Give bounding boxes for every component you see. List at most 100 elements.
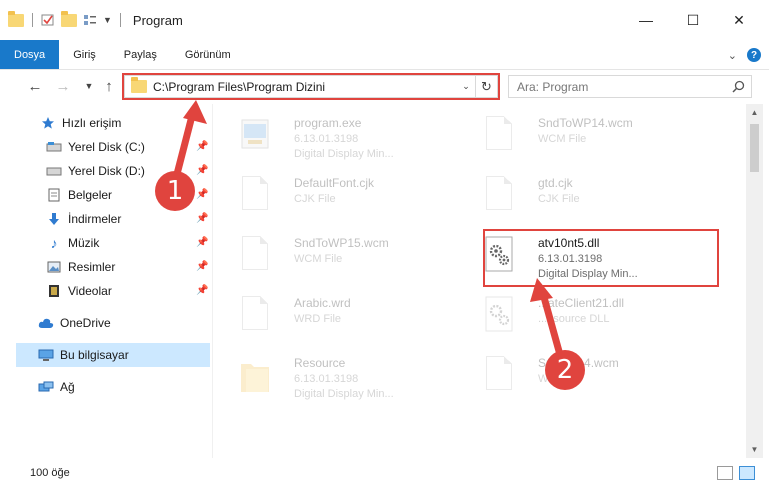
file-type: WCM File bbox=[538, 133, 587, 145]
pin-icon[interactable]: 📌 bbox=[196, 141, 208, 153]
file-item[interactable]: gtd.cjk CJK File bbox=[470, 168, 710, 226]
nav-item-label: Resimler bbox=[68, 260, 116, 274]
tab-paylas[interactable]: Paylaş bbox=[110, 40, 171, 69]
file-item[interactable]: SndToWP15.wcm WCM File bbox=[226, 228, 466, 286]
file-item[interactable]: Snd...P14.wcm W... bbox=[470, 348, 710, 406]
videos-icon bbox=[46, 284, 62, 298]
pin-icon[interactable]: 📌 bbox=[196, 285, 208, 297]
pin-icon[interactable]: 📌 bbox=[196, 261, 208, 273]
scrollbar-thumb[interactable] bbox=[750, 124, 759, 172]
file-name: SndToWP15.wcm bbox=[294, 236, 389, 250]
file-name: Resource bbox=[294, 356, 346, 370]
search-placeholder: Ara: Program bbox=[517, 79, 589, 94]
music-icon: ♪ bbox=[50, 235, 58, 251]
file-version: 6.13.01.3198 bbox=[294, 133, 359, 145]
file-item[interactable]: ...ateClient21.dll ...esource DLL bbox=[470, 288, 710, 346]
document-icon bbox=[482, 174, 516, 218]
nav-item-label: Hızlı erişim bbox=[62, 116, 122, 130]
nav-item-label: Ağ bbox=[60, 380, 75, 394]
properties-icon[interactable] bbox=[41, 14, 55, 26]
file-name: SndToWP14.wcm bbox=[538, 116, 633, 130]
document-icon bbox=[238, 234, 272, 278]
pin-icon[interactable]: 📌 bbox=[196, 237, 208, 249]
file-item[interactable]: Resource 6.13.01.3198 Digital Display Mi… bbox=[226, 348, 466, 406]
nav-item-onedrive[interactable]: OneDrive bbox=[38, 311, 210, 335]
nav-item-label: OneDrive bbox=[60, 316, 111, 330]
nav-item-network[interactable]: Ağ bbox=[38, 375, 210, 399]
ribbon: Dosya Giriş Paylaş Görünüm ⌄ ? bbox=[0, 40, 769, 70]
pin-icon[interactable]: 📌 bbox=[196, 213, 208, 225]
navigation-pane: Hızlı erişim Yerel Disk (C:) 📌 Yerel Dis… bbox=[16, 106, 210, 456]
scroll-up-arrow-icon[interactable]: ▲ bbox=[746, 104, 763, 121]
vertical-scrollbar[interactable]: ▲ ▼ bbox=[746, 104, 763, 458]
tab-gorunum[interactable]: Görünüm bbox=[171, 40, 245, 69]
file-highlight bbox=[483, 229, 719, 287]
item-count: 100 öğe bbox=[30, 467, 70, 479]
window-title: Program bbox=[132, 12, 183, 28]
file-item[interactable]: SndToWP14.wcm WCM File bbox=[470, 108, 710, 166]
nav-item-label: Yerel Disk (D:) bbox=[68, 164, 145, 178]
ribbon-right-controls: ⌄ ? bbox=[728, 40, 761, 70]
pin-icon[interactable]: 📌 bbox=[196, 165, 208, 177]
up-arrow-icon[interactable]: ↑ bbox=[98, 75, 120, 97]
nav-item-label: Bu bilgisayar bbox=[60, 348, 129, 362]
quick-access-toolbar: ▼ bbox=[0, 10, 123, 27]
dll-gears-icon bbox=[485, 296, 513, 332]
search-box[interactable]: Ara: Program bbox=[508, 75, 752, 98]
step-badge-2: 2 bbox=[545, 350, 585, 390]
document-icon bbox=[238, 174, 272, 218]
back-arrow-icon[interactable]: ← bbox=[24, 75, 46, 97]
customize-view-icon[interactable] bbox=[83, 14, 97, 26]
new-folder-icon[interactable] bbox=[61, 10, 77, 27]
close-button[interactable]: ✕ bbox=[716, 0, 762, 40]
file-type: CJK File bbox=[294, 193, 336, 205]
file-description: Digital Display Min... bbox=[294, 388, 394, 400]
expand-ribbon-chevron-icon[interactable]: ⌄ bbox=[728, 49, 737, 62]
recent-locations-chevron-icon[interactable]: ▼ bbox=[78, 75, 100, 97]
nav-item-pictures[interactable]: Resimler 📌 bbox=[46, 255, 210, 279]
customize-quick-access-dropdown[interactable]: ▼ bbox=[103, 15, 112, 25]
nav-item-downloads[interactable]: İndirmeler 📌 bbox=[46, 207, 210, 231]
drive-icon bbox=[46, 164, 62, 178]
minimize-button[interactable]: — bbox=[623, 0, 669, 40]
file-item[interactable]: program.exe 6.13.01.3198 Digital Display… bbox=[226, 108, 466, 166]
nav-item-label: Müzik bbox=[68, 236, 100, 250]
nav-item-label: İndirmeler bbox=[68, 212, 122, 226]
file-name: Arabic.wrd bbox=[294, 296, 351, 310]
file-type: CJK File bbox=[538, 193, 580, 205]
nav-item-this-pc[interactable]: Bu bilgisayar bbox=[16, 343, 210, 367]
help-icon[interactable]: ? bbox=[747, 48, 761, 62]
view-switcher bbox=[717, 466, 755, 480]
file-item[interactable]: Arabic.wrd WRD File bbox=[226, 288, 466, 346]
exe-icon bbox=[241, 119, 269, 149]
details-view-icon[interactable] bbox=[717, 466, 733, 480]
folder-icon bbox=[8, 10, 24, 27]
maximize-button[interactable]: ☐ bbox=[670, 0, 716, 40]
nav-item-label: Belgeler bbox=[68, 188, 113, 202]
file-item[interactable]: DefaultFont.cjk CJK File bbox=[226, 168, 466, 226]
drive-icon bbox=[46, 140, 62, 154]
nav-item-music[interactable]: ♪ Müzik 📌 bbox=[46, 231, 210, 255]
toolbar-separator bbox=[32, 13, 33, 27]
pictures-icon bbox=[46, 260, 62, 274]
file-description: Digital Display Min... bbox=[294, 148, 394, 160]
toolbar-separator bbox=[119, 13, 121, 27]
nav-item-local-disk-c[interactable]: Yerel Disk (C:) 📌 bbox=[46, 135, 210, 159]
search-icon[interactable] bbox=[732, 80, 745, 93]
address-bar-highlight bbox=[122, 73, 500, 100]
tab-giris[interactable]: Giriş bbox=[59, 40, 110, 69]
document-icon bbox=[482, 354, 516, 398]
forward-arrow-icon[interactable]: → bbox=[52, 75, 74, 97]
tab-dosya[interactable]: Dosya bbox=[0, 40, 60, 69]
file-name: DefaultFont.cjk bbox=[294, 176, 375, 190]
scroll-down-arrow-icon[interactable]: ▼ bbox=[746, 441, 763, 458]
file-type: WCM File bbox=[294, 253, 343, 265]
document-icon bbox=[238, 294, 272, 338]
nav-item-videos[interactable]: Videolar 📌 bbox=[46, 279, 210, 303]
nav-item-quick-access[interactable]: Hızlı erişim bbox=[40, 111, 210, 135]
pin-icon[interactable]: 📌 bbox=[196, 189, 208, 201]
folder-icon bbox=[241, 364, 269, 392]
file-type: ...esource DLL bbox=[538, 313, 610, 325]
pane-divider[interactable] bbox=[212, 104, 213, 458]
large-icons-view-icon[interactable] bbox=[739, 466, 755, 480]
